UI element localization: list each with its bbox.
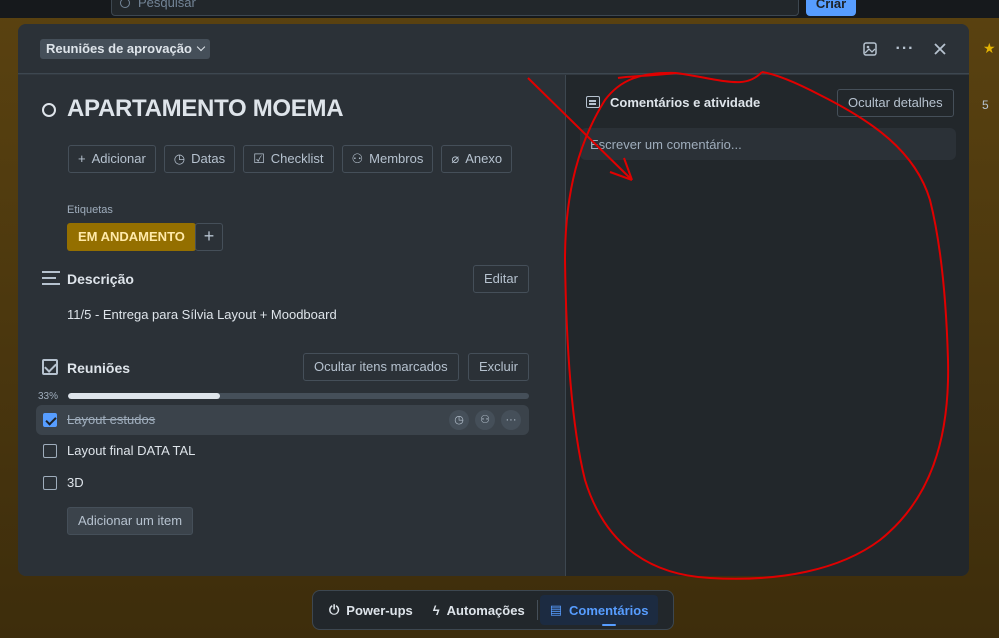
- comments-title: Comentários e atividade: [610, 95, 761, 110]
- item-checkbox[interactable]: [43, 413, 57, 427]
- more-options-icon[interactable]: ···: [893, 37, 917, 61]
- checklist-title[interactable]: Reuniões: [67, 360, 130, 376]
- add-item-button[interactable]: Adicionar um item: [67, 507, 194, 535]
- create-button[interactable]: Criar: [806, 0, 856, 16]
- card-modal: Reuniões de aprovação ··· APARTAMENTO MO…: [18, 24, 969, 576]
- search-icon: [120, 0, 130, 8]
- modal-header: Reuniões de aprovação ···: [18, 24, 969, 74]
- checklist-label: Checklist: [270, 151, 324, 166]
- board-search[interactable]: Pesquisar: [111, 0, 799, 16]
- edit-description-button[interactable]: Editar: [473, 265, 529, 293]
- item-text[interactable]: 3D: [67, 475, 84, 490]
- description-icon: [42, 271, 60, 289]
- comments-label: Comentários: [568, 602, 649, 618]
- progress-percent: 33%: [38, 391, 59, 402]
- comment-icon: ▤: [549, 602, 562, 617]
- card-actions: + Adicionar ◷ Datas ☑ Checklist ⚇ Membros ⌀ A…: [68, 145, 513, 173]
- label-chip[interactable]: EM ANDAMENTO: [67, 223, 196, 251]
- hide-checked-button[interactable]: Ocultar itens marcados: [303, 353, 459, 381]
- close-icon[interactable]: [928, 37, 952, 61]
- paperclip-icon: ⌀: [451, 151, 460, 166]
- dates-button[interactable]: ◷ Datas: [163, 145, 236, 173]
- description-title: Descrição: [67, 271, 134, 287]
- star-icon[interactable]: ★: [983, 40, 996, 57]
- comment-icon: [586, 96, 600, 108]
- description-text[interactable]: 11/5 - Entrega para Sílvia Layout + Mood…: [67, 307, 337, 322]
- dates-label: Datas: [191, 151, 226, 166]
- add-label: Adicionar: [91, 151, 146, 166]
- powerups-label: Power-ups: [346, 602, 413, 618]
- dock-separator: [536, 600, 538, 620]
- hide-details-button[interactable]: Ocultar detalhes: [837, 89, 954, 117]
- assign-member-icon[interactable]: ⚇: [475, 410, 495, 430]
- search-placeholder: Pesquisar: [138, 0, 196, 10]
- add-button[interactable]: + Adicionar: [68, 145, 156, 173]
- members-label: Membros: [369, 151, 424, 166]
- checklist-icon: [42, 359, 58, 375]
- attachment-label: Anexo: [465, 151, 503, 166]
- plus-icon: +: [78, 151, 86, 166]
- checklist-progress-bar: [68, 393, 529, 399]
- progress-fill: [68, 393, 221, 399]
- checklist-item[interactable]: Layout estudos ◷ ⚇ ···: [36, 405, 529, 435]
- list-selector[interactable]: Reuniões de aprovação: [40, 39, 210, 59]
- image-icon[interactable]: [858, 37, 882, 61]
- clock-icon: ◷: [173, 151, 186, 166]
- add-label-button[interactable]: +: [195, 223, 223, 251]
- labels-heading: Etiquetas: [67, 204, 113, 216]
- lightning-icon: ϟ: [432, 602, 440, 618]
- member-icon: ⚇: [351, 151, 364, 166]
- item-text[interactable]: Layout estudos: [67, 412, 155, 427]
- item-checkbox[interactable]: [43, 444, 57, 458]
- due-date-icon[interactable]: ◷: [449, 410, 469, 430]
- checklist-item[interactable]: 3D: [36, 468, 529, 498]
- comments-button[interactable]: ▤ Comentários: [539, 595, 659, 625]
- chevron-down-icon: [196, 42, 206, 52]
- delete-checklist-button[interactable]: Excluir: [468, 353, 530, 381]
- attachment-button[interactable]: ⌀ Anexo: [441, 145, 513, 173]
- active-indicator: [602, 624, 616, 626]
- item-text[interactable]: Layout final DATA TAL: [67, 443, 195, 458]
- automations-button[interactable]: ϟ Automações: [423, 595, 535, 625]
- checkbox-icon: ☑: [253, 151, 265, 166]
- card-title[interactable]: APARTAMENTO MOEMA: [67, 95, 344, 123]
- list-name: Reuniões de aprovação: [46, 41, 192, 56]
- board-count: 5: [982, 98, 989, 112]
- comments-pane: Comentários e atividade Ocultar detalhes: [565, 75, 969, 576]
- comment-input[interactable]: [580, 128, 956, 160]
- card-details-pane: APARTAMENTO MOEMA + Adicionar ◷ Datas ☑ Che…: [18, 75, 565, 576]
- complete-toggle[interactable]: [42, 103, 56, 117]
- powerups-button[interactable]: ⏻ Power-ups: [319, 595, 423, 625]
- checklist-button[interactable]: ☑ Checklist: [243, 145, 334, 173]
- item-checkbox[interactable]: [43, 476, 57, 490]
- automations-label: Automações: [446, 602, 525, 618]
- members-button[interactable]: ⚇ Membros: [341, 145, 434, 173]
- bottom-dock: ⏻ Power-ups ϟ Automações ▤ Comentários: [312, 590, 674, 630]
- item-more-icon[interactable]: ···: [501, 410, 521, 430]
- plug-icon: ⏻: [329, 602, 340, 617]
- checklist-item[interactable]: Layout final DATA TAL: [36, 436, 529, 466]
